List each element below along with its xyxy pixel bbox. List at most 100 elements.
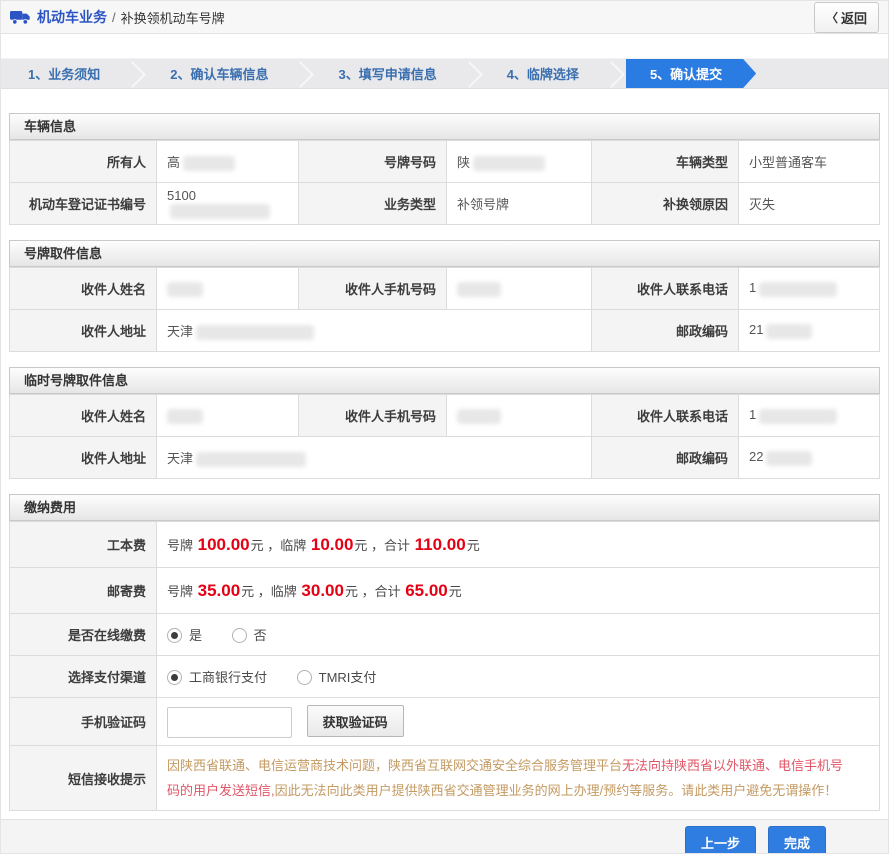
- radio-channel-tmri-label[interactable]: TMRI支付: [319, 670, 377, 685]
- get-sms-code-button[interactable]: 获取验证码: [307, 705, 404, 737]
- recipient-name-value: [157, 395, 299, 437]
- zip-code-value: 21: [739, 310, 880, 352]
- sms-code-input[interactable]: [167, 707, 292, 738]
- temp-plate-pickup-table: 收件人姓名 收件人手机号码 收件人联系电话 1 收件人地址 天津 邮政编码 22: [9, 394, 880, 479]
- zip-code-value: 22: [739, 437, 880, 479]
- fee-amount: 100.00: [197, 535, 251, 554]
- table-row: 收件人地址 天津 邮政编码 22: [10, 437, 880, 479]
- vehicle-type-value: 小型普通客车: [739, 141, 880, 183]
- radio-channel-icbc-label[interactable]: 工商银行支付: [189, 670, 267, 685]
- back-button[interactable]: 〈 返回: [814, 2, 879, 33]
- redacted-value: [766, 324, 812, 339]
- recipient-name-label: 收件人姓名: [10, 268, 157, 310]
- redacted-value: [167, 409, 203, 424]
- redacted-value: [766, 451, 812, 466]
- redacted-value: [457, 409, 501, 424]
- breadcrumb-page-title: 补换领机动车号牌: [121, 8, 225, 27]
- previous-step-button[interactable]: 上一步: [685, 826, 756, 854]
- back-chevron-icon: 〈: [826, 9, 838, 26]
- recipient-name-label: 收件人姓名: [10, 395, 157, 437]
- sms-notice-label: 短信接收提示: [10, 746, 157, 811]
- zip-code-label: 邮政编码: [592, 310, 739, 352]
- owner-value: 高: [157, 141, 299, 183]
- registration-cert-label: 机动车登记证书编号: [10, 183, 157, 225]
- radio-online-no[interactable]: [232, 628, 247, 643]
- payment-channel-options: 工商银行支付 TMRI支付: [157, 656, 880, 698]
- recipient-address-value: 天津: [157, 437, 592, 479]
- tab-step-2[interactable]: 2、确认车辆信息: [143, 59, 295, 88]
- recipient-mobile-value: [447, 268, 592, 310]
- section-temp-plate-pickup: 临时号牌取件信息 收件人姓名 收件人手机号码 收件人联系电话 1 收件人地址 天…: [9, 367, 880, 479]
- vehicle-info-table: 所有人 高 号牌号码 陕 车辆类型 小型普通客车 机动车登记证书编号 5100 …: [9, 140, 880, 225]
- recipient-phone-value: 1: [739, 268, 880, 310]
- table-row: 短信接收提示 因陕西省联通、电信运营商技术问题，陕西省互联网交通安全综合服务管理…: [10, 746, 880, 811]
- sms-notice-text: 因陕西省联通、电信运营商技术问题，陕西省互联网交通安全综合服务管理平台无法向持陕…: [167, 746, 869, 810]
- top-bar: 机动车业务 / 补换领机动车号牌 〈 返回: [1, 1, 888, 34]
- production-fee-value: 号牌 100.00元 ，临牌 10.00元 ，合计 110.00元: [157, 522, 880, 568]
- tab-step-5-active[interactable]: 5、确认提交: [626, 59, 756, 88]
- redacted-value: [759, 282, 837, 297]
- fee-amount: 35.00: [197, 581, 242, 600]
- plate-number-value: 陕: [447, 141, 592, 183]
- table-row: 选择支付渠道 工商银行支付 TMRI支付: [10, 656, 880, 698]
- recipient-address-label: 收件人地址: [10, 437, 157, 479]
- section-vehicle-info: 车辆信息 所有人 高 号牌号码 陕 车辆类型 小型普通客车 机动车登记证书编号 …: [9, 113, 880, 225]
- table-row: 收件人地址 天津 邮政编码 21: [10, 310, 880, 352]
- radio-online-yes[interactable]: [167, 628, 182, 643]
- step-separator-icon: [464, 59, 480, 88]
- tab-step-4[interactable]: 4、临牌选择: [480, 59, 606, 88]
- recipient-phone-value: 1: [739, 395, 880, 437]
- table-row: 收件人姓名 收件人手机号码 收件人联系电话 1: [10, 395, 880, 437]
- zip-code-label: 邮政编码: [592, 437, 739, 479]
- section-title: 临时号牌取件信息: [9, 367, 880, 394]
- recipient-name-value: [157, 268, 299, 310]
- fee-amount: 65.00: [404, 581, 449, 600]
- table-row: 所有人 高 号牌号码 陕 车辆类型 小型普通客车: [10, 141, 880, 183]
- table-row: 机动车登记证书编号 5100 业务类型 补领号牌 补换领原因 灭失: [10, 183, 880, 225]
- redacted-value: [759, 409, 837, 424]
- table-row: 手机验证码 获取验证码: [10, 698, 880, 746]
- replace-reason-label: 补换领原因: [592, 183, 739, 225]
- redacted-value: [170, 204, 270, 219]
- recipient-mobile-value: [447, 395, 592, 437]
- radio-online-no-label[interactable]: 否: [254, 628, 267, 643]
- online-payment-options: 是 否: [157, 614, 880, 656]
- step-separator-icon: [295, 59, 311, 88]
- redacted-value: [473, 156, 545, 171]
- footer-bar: 上一步 完成: [1, 819, 888, 854]
- recipient-mobile-label: 收件人手机号码: [299, 395, 447, 437]
- plate-number-label: 号牌号码: [299, 141, 447, 183]
- recipient-mobile-label: 收件人手机号码: [299, 268, 447, 310]
- tab-step-3[interactable]: 3、填写申请信息: [311, 59, 463, 88]
- redacted-value: [196, 325, 314, 340]
- main-content: 车辆信息 所有人 高 号牌号码 陕 车辆类型 小型普通客车 机动车登记证书编号 …: [1, 89, 888, 811]
- recipient-address-value: 天津: [157, 310, 592, 352]
- vehicle-type-label: 车辆类型: [592, 141, 739, 183]
- tab-step-1[interactable]: 1、业务须知: [1, 59, 127, 88]
- postage-fee-value: 号牌 35.00元 ，临牌 30.00元 ，合计 65.00元: [157, 568, 880, 614]
- radio-channel-tmri[interactable]: [297, 670, 312, 685]
- step-separator-icon: [606, 59, 622, 88]
- section-title: 车辆信息: [9, 113, 880, 140]
- section-plate-pickup: 号牌取件信息 收件人姓名 收件人手机号码 收件人联系电话 1 收件人地址 天津 …: [9, 240, 880, 352]
- breadcrumb-separator: /: [112, 10, 116, 25]
- table-row: 是否在线缴费 是 否: [10, 614, 880, 656]
- finish-button[interactable]: 完成: [768, 826, 826, 854]
- replace-reason-value: 灭失: [739, 183, 880, 225]
- breadcrumb-service-title: 机动车业务: [37, 7, 107, 27]
- steps-bar: 1、业务须知 2、确认车辆信息 3、填写申请信息 4、临牌选择 5、确认提交: [1, 58, 888, 89]
- section-title: 号牌取件信息: [9, 240, 880, 267]
- radio-online-yes-label[interactable]: 是: [189, 628, 202, 643]
- redacted-value: [457, 282, 501, 297]
- online-payment-label: 是否在线缴费: [10, 614, 157, 656]
- radio-channel-icbc[interactable]: [167, 670, 182, 685]
- registration-cert-value: 5100: [157, 183, 299, 225]
- fees-table: 工本费 号牌 100.00元 ，临牌 10.00元 ，合计 110.00元 邮寄…: [9, 521, 880, 811]
- section-fees: 缴纳费用 工本费 号牌 100.00元 ，临牌 10.00元 ，合计 110.0…: [9, 494, 880, 811]
- production-fee-label: 工本费: [10, 522, 157, 568]
- business-type-label: 业务类型: [299, 183, 447, 225]
- redacted-value: [167, 282, 203, 297]
- business-type-value: 补领号牌: [447, 183, 592, 225]
- table-row: 邮寄费 号牌 35.00元 ，临牌 30.00元 ，合计 65.00元: [10, 568, 880, 614]
- owner-label: 所有人: [10, 141, 157, 183]
